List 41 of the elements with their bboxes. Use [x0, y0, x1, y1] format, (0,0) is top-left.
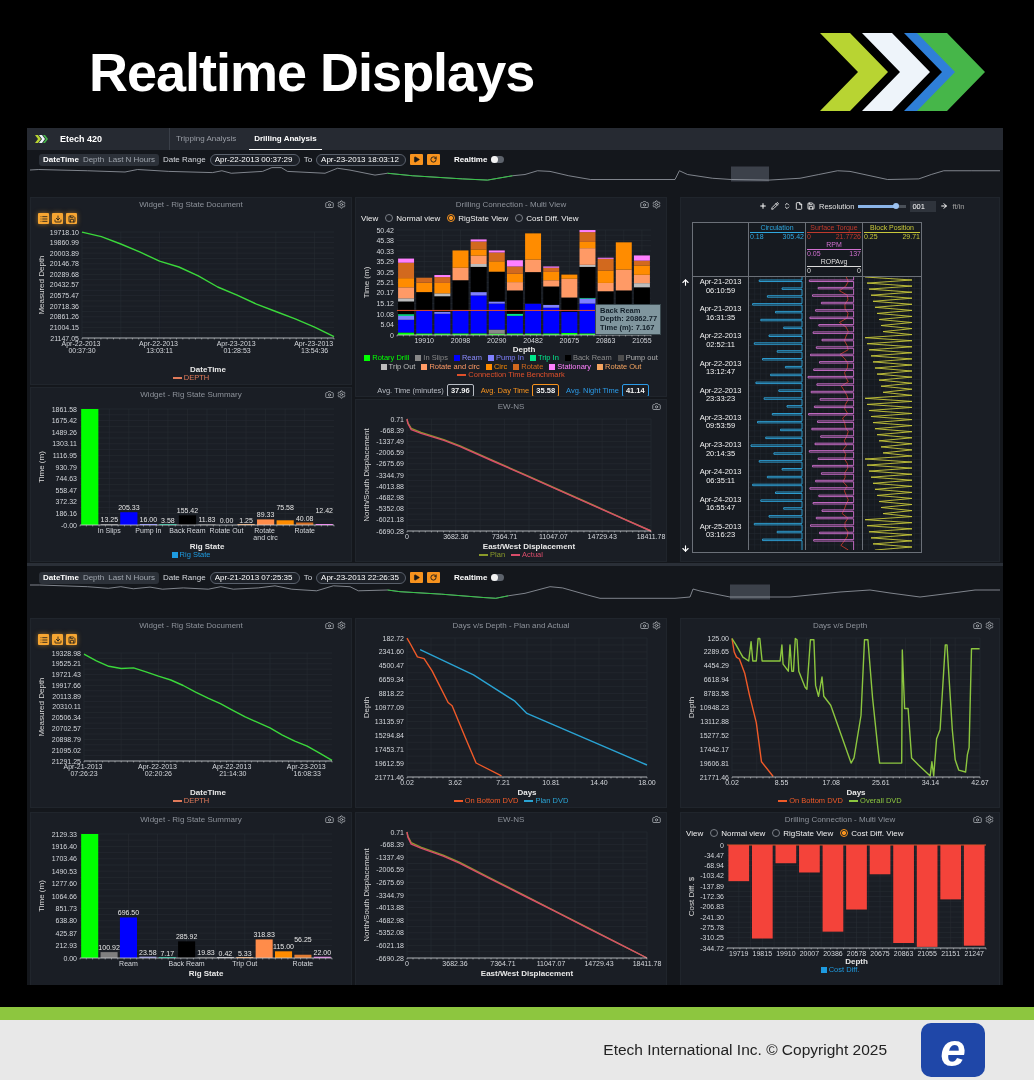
axis-title: Rig State — [189, 542, 225, 551]
widget-title: Drilling Connection - Multi View — [784, 815, 896, 824]
axis-title: Rig State — [188, 969, 224, 978]
widget-title: EW-NS — [497, 815, 525, 824]
widget-title: Drilling Connection - Multi View — [455, 200, 567, 209]
axis-title: Time (m) — [37, 880, 46, 912]
view-label: View — [361, 213, 379, 223]
to-label: To — [303, 573, 313, 582]
realtime-label: Realtime — [454, 573, 488, 582]
axis-title: DateTime — [190, 365, 226, 374]
axis-title: North/South Displacement — [362, 848, 371, 942]
axis-title: Depth — [687, 696, 696, 719]
to-label: To — [303, 155, 313, 164]
axis-title: Depth — [512, 345, 536, 354]
company-logo: e — [921, 1023, 985, 1077]
widget-title: Widget - Rig State Document — [139, 200, 243, 209]
axis-title: Cost Diff. $ — [687, 876, 696, 917]
axis-title: East/West Displacement — [480, 969, 574, 978]
widget-title: Widget - Rig State Summary — [140, 390, 242, 399]
axis-title: Measured Depth — [37, 255, 46, 315]
widget-title: Days v/s Depth - Plan and Actual — [452, 621, 570, 630]
axis-title: Measured Depth — [37, 677, 46, 737]
axis-title: East/West Displacement — [482, 542, 576, 551]
widget-title: Days v/s Depth — [812, 621, 868, 630]
date-range-label: Date Range — [162, 155, 206, 164]
widget-title: EW-NS — [497, 402, 525, 411]
axis-title: Days — [846, 788, 866, 797]
widget-title: Widget - Rig State Summary — [140, 815, 242, 824]
copyright-text: Etech International Inc. © Copyright 2025 — [603, 1041, 887, 1059]
widget-title: Widget - Rig State Document — [139, 621, 243, 630]
date-range-label: Date Range — [162, 573, 206, 582]
app-name: Etech 420 — [60, 134, 103, 144]
axis-title: DateTime — [190, 788, 226, 797]
realtime-label: Realtime — [454, 155, 488, 164]
axis-title: Time (m) — [37, 451, 46, 483]
axis-title: Depth — [845, 957, 868, 966]
axis-title: North/South Displacement — [362, 428, 371, 522]
axis-title: Time (m) — [362, 266, 371, 299]
axis-title: Days — [517, 788, 537, 797]
view-label: View — [686, 828, 704, 838]
axis-title: Depth — [362, 696, 371, 719]
